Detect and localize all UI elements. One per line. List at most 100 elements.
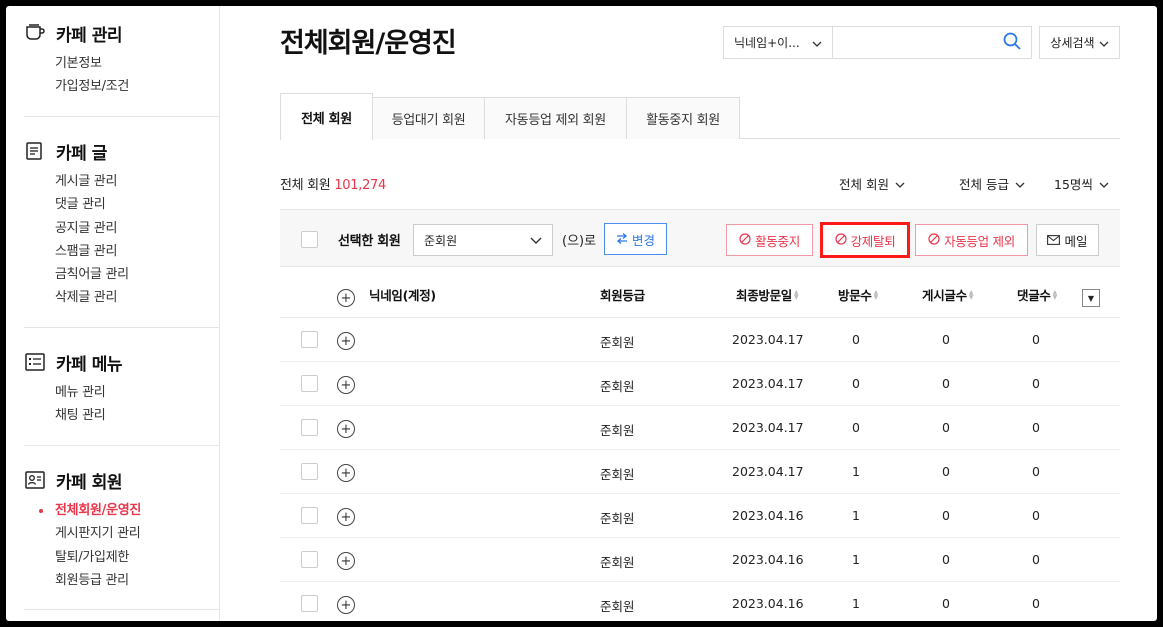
expand-row-icon[interactable]: + <box>337 552 355 570</box>
sidebar-item-join-info[interactable]: 가입정보/조건 <box>24 75 220 98</box>
sidebar-item-member-grades[interactable]: 회원등급 관리 <box>24 569 220 592</box>
select-all-checkbox[interactable] <box>301 231 318 248</box>
sort-icon: ▲ ▼ <box>1052 288 1058 301</box>
cell-last-visit: 2023.04.17 <box>732 332 804 347</box>
sidebar-item-withdraw-restrict[interactable]: 탈퇴/가입제한 <box>24 546 220 569</box>
sidebar-divider <box>24 445 220 446</box>
search-type-value: 닉네임+이... <box>734 36 800 50</box>
tab-autoup-excluded[interactable]: 자동등업 제외 회원 <box>484 97 627 139</box>
expand-row-icon[interactable]: + <box>337 508 355 526</box>
page-size-value: 15명씩 <box>1054 177 1093 192</box>
cell-grade: 준회원 <box>600 467 635 482</box>
cell-visits: 1 <box>852 552 860 567</box>
cell-last-visit: 2023.04.16 <box>732 596 804 611</box>
cell-grade: 준회원 <box>600 511 635 526</box>
exclude-autoup-button[interactable]: 자동등업 제외 <box>915 224 1028 256</box>
cell-comments: 0 <box>1032 508 1040 523</box>
detail-search-button[interactable]: 상세검색 <box>1039 26 1120 59</box>
table-row: + 준회원 2023.04.17 1 0 0 <box>280 450 1120 494</box>
sidebar-item-board-managers[interactable]: 게시판지기 관리 <box>24 522 220 545</box>
grade-filter-dropdown[interactable]: 전체 등급 <box>959 174 1025 193</box>
sidebar-section-header[interactable]: 카페 관리 <box>24 20 220 46</box>
menu-list-icon <box>24 352 46 372</box>
header-comments[interactable]: 댓글수 ▲ ▼ <box>1017 285 1057 304</box>
member-filter-value: 전체 회원 <box>839 177 889 192</box>
sidebar: 카페 관리 기본정보 가입정보/조건 카페 글 게시글 관리 댓글 관리 공지글… <box>6 6 220 621</box>
force-withdraw-button[interactable]: 강제탈퇴 <box>820 222 910 258</box>
expand-all-icon[interactable]: + <box>337 289 355 307</box>
table-row: + 준회원 2023.04.17 0 0 0 <box>280 362 1120 406</box>
cell-comments: 0 <box>1032 552 1040 567</box>
search-input[interactable] <box>832 26 1032 59</box>
cell-posts: 0 <box>942 464 950 479</box>
expand-row-icon[interactable]: + <box>337 332 355 350</box>
page-size-dropdown[interactable]: 15명씩 <box>1054 174 1109 193</box>
header-grade: 회원등급 <box>600 285 645 304</box>
target-grade-select[interactable]: 준회원 <box>413 224 553 256</box>
sort-icon: ▲ ▼ <box>794 288 799 301</box>
target-grade-value: 준회원 <box>424 233 458 248</box>
member-tabs: 전체 회원 등업대기 회원 자동등업 제외 회원 활동중지 회원 <box>280 93 1120 140</box>
sidebar-divider <box>24 327 220 328</box>
sidebar-item-banned-words[interactable]: 금칙어글 관리 <box>24 263 220 286</box>
sidebar-section-title: 카페 글 <box>56 143 107 164</box>
cell-visits: 0 <box>852 376 860 391</box>
sidebar-section-cafe-menu: 카페 메뉴 메뉴 관리 채팅 관리 <box>24 349 220 428</box>
sort-icon: ▲ ▼ <box>968 288 974 301</box>
sidebar-section-header[interactable]: 카페 메뉴 <box>24 349 220 375</box>
sidebar-divider <box>24 609 220 610</box>
page-title: 전체회원/운영진 <box>280 28 457 59</box>
cell-grade: 준회원 <box>600 379 635 394</box>
search-type-select[interactable]: 닉네임+이... <box>723 26 833 59</box>
sidebar-item-chat-manage[interactable]: 채팅 관리 <box>24 404 220 427</box>
member-filter-dropdown[interactable]: 전체 회원 <box>839 174 905 193</box>
chevron-down-icon <box>812 36 822 50</box>
sidebar-section-title: 카페 회원 <box>56 472 122 493</box>
suspend-button[interactable]: 활동중지 <box>726 224 813 256</box>
tab-pending-upgrade[interactable]: 등업대기 회원 <box>372 97 485 139</box>
header-last-visit[interactable]: 최종방문일 ▲ ▼ <box>736 285 799 304</box>
search-icon[interactable] <box>1003 32 1021 54</box>
mail-button[interactable]: 메일 <box>1036 224 1099 256</box>
row-checkbox[interactable] <box>301 507 318 524</box>
cell-comments: 0 <box>1032 464 1040 479</box>
row-checkbox[interactable] <box>301 595 318 612</box>
sidebar-item-posts[interactable]: 게시글 관리 <box>24 170 220 193</box>
header-posts[interactable]: 게시글수 ▲ ▼ <box>922 285 973 304</box>
mail-icon <box>1047 233 1061 248</box>
change-grade-button[interactable]: 변경 <box>604 223 667 255</box>
total-label: 전체 회원 <box>280 178 331 193</box>
row-checkbox[interactable] <box>301 463 318 480</box>
sidebar-section-cafe-posts: 카페 글 게시글 관리 댓글 관리 공지글 관리 스팸글 관리 금칙어글 관리 … <box>24 138 220 310</box>
grade-filter-value: 전체 등급 <box>959 177 1009 192</box>
sidebar-section-header[interactable]: 카페 회원 <box>24 467 220 493</box>
expand-row-icon[interactable]: + <box>337 596 355 614</box>
sidebar-item-comments[interactable]: 댓글 관리 <box>24 193 220 216</box>
column-settings-dropdown-icon[interactable]: ▼ <box>1082 289 1100 307</box>
cell-visits: 1 <box>852 596 860 611</box>
tab-all-members[interactable]: 전체 회원 <box>280 93 373 140</box>
sidebar-item-spam[interactable]: 스팸글 관리 <box>24 240 220 263</box>
table-header: + 닉네임(계정) 회원등급 최종방문일 ▲ ▼ 방문수 ▲ ▼ 게시글수 ▲ ▼ 댓글수 ▲… <box>280 267 1120 318</box>
ban-icon <box>834 232 847 248</box>
sidebar-item-all-members[interactable]: 전체회원/운영진 <box>24 499 220 522</box>
row-checkbox[interactable] <box>301 551 318 568</box>
selected-members-label: 선택한 회원 <box>338 234 401 249</box>
expand-row-icon[interactable]: + <box>337 420 355 438</box>
sidebar-item-deleted[interactable]: 삭제글 관리 <box>24 286 220 309</box>
expand-row-icon[interactable]: + <box>337 376 355 394</box>
row-checkbox[interactable] <box>301 419 318 436</box>
sidebar-item-menu-manage[interactable]: 메뉴 관리 <box>24 381 220 404</box>
sidebar-item-notices[interactable]: 공지글 관리 <box>24 217 220 240</box>
row-checkbox[interactable] <box>301 331 318 348</box>
row-checkbox[interactable] <box>301 375 318 392</box>
header-posts-label: 게시글수 <box>922 288 967 303</box>
tab-suspended[interactable]: 활동중지 회원 <box>626 97 740 139</box>
table-row: + 준회원 2023.04.16 1 0 0 <box>280 538 1120 582</box>
main-content: 전체회원/운영진 닉네임+이... 상세검색 전체 회원 등업대기 회원 자동등… <box>221 6 1157 621</box>
sidebar-item-basic-info[interactable]: 기본정보 <box>24 52 220 75</box>
total-count: 101,274 <box>334 178 386 193</box>
expand-row-icon[interactable]: + <box>337 464 355 482</box>
sidebar-section-header[interactable]: 카페 글 <box>24 138 220 164</box>
header-visits[interactable]: 방문수 ▲ ▼ <box>838 285 878 304</box>
